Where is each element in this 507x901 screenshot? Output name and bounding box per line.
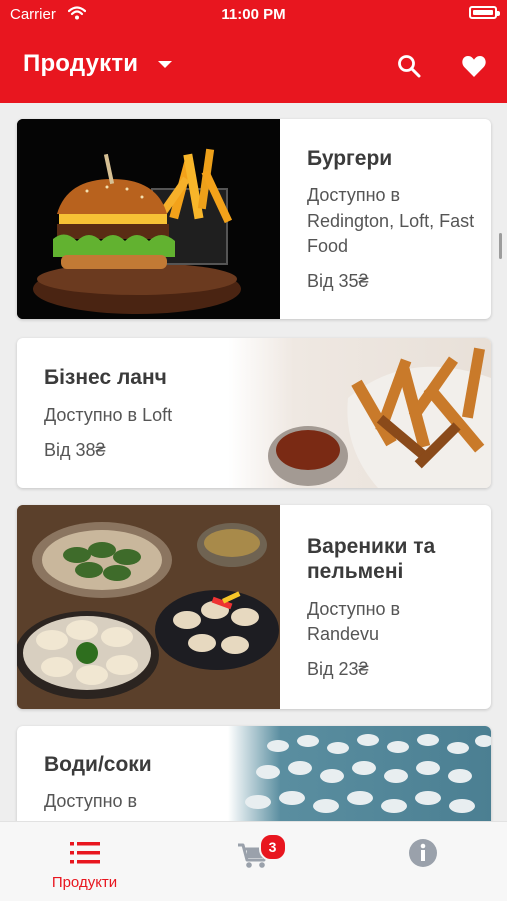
tab-bar: Продукти 3 <box>0 821 507 901</box>
card-text: Бургери Доступно в Redington, Loft, Fast… <box>307 119 491 319</box>
tab-cart[interactable]: 3 <box>169 822 338 901</box>
scrollbar[interactable] <box>499 233 502 259</box>
product-name: Води/соки <box>44 753 152 776</box>
tab-info[interactable] <box>338 822 507 901</box>
product-card-dumplings[interactable]: Вареники та пельмені Доступно в Randevu … <box>17 505 491 709</box>
cart-badge: 3 <box>258 833 287 861</box>
fries-image <box>228 338 491 488</box>
favorites-heart-icon[interactable] <box>461 53 487 79</box>
product-availability: Доступно в <box>44 791 138 812</box>
product-price: Від 38₴ <box>44 439 106 460</box>
app-header: Carrier 11:00 PM Продукти <box>0 0 507 103</box>
cart-icon-wrap: 3 <box>237 833 287 868</box>
bottles-image <box>228 726 491 821</box>
product-card-drinks[interactable]: Води/соки Доступно в <box>17 726 491 821</box>
product-availability: Доступно в Randevu <box>307 598 401 644</box>
battery-icon <box>469 6 500 19</box>
tab-products-label: Продукти <box>51 874 118 891</box>
product-card-burgers[interactable]: Бургери Доступно в Redington, Loft, Fast… <box>17 119 491 319</box>
caret-down-icon <box>158 60 173 68</box>
product-name: Вареники та пельмені <box>307 535 436 584</box>
card-text: Бізнес ланч Доступно в Loft Від 38₴ <box>44 338 244 488</box>
page-title: Продукти <box>23 50 139 77</box>
status-time: 11:00 PM <box>221 6 286 23</box>
product-list[interactable]: Бургери Доступно в Redington, Loft, Fast… <box>0 103 507 821</box>
category-dropdown[interactable]: Продукти <box>23 50 173 78</box>
status-bar: Carrier 11:00 PM <box>0 0 507 30</box>
burger-image <box>17 119 280 319</box>
list-icon <box>69 842 100 864</box>
product-name: Бургери <box>307 147 393 171</box>
product-name: Бізнес ланч <box>44 366 167 390</box>
card-text: Вареники та пельмені Доступно в Randevu … <box>307 505 491 709</box>
product-card-business-lunch[interactable]: Бізнес ланч Доступно в Loft Від 38₴ <box>17 338 491 488</box>
product-price: Від 35₴ <box>307 270 369 291</box>
tab-products[interactable]: Продукти <box>0 822 169 901</box>
product-price: Від 23₴ <box>307 658 369 679</box>
search-icon[interactable] <box>396 53 422 79</box>
product-availability: Доступно в Redington, Loft, Fast Food <box>307 185 475 256</box>
card-text: Води/соки Доступно в <box>44 726 244 821</box>
info-icon <box>408 839 437 867</box>
dumplings-image <box>17 505 280 709</box>
product-availability: Доступно в Loft <box>44 404 173 425</box>
